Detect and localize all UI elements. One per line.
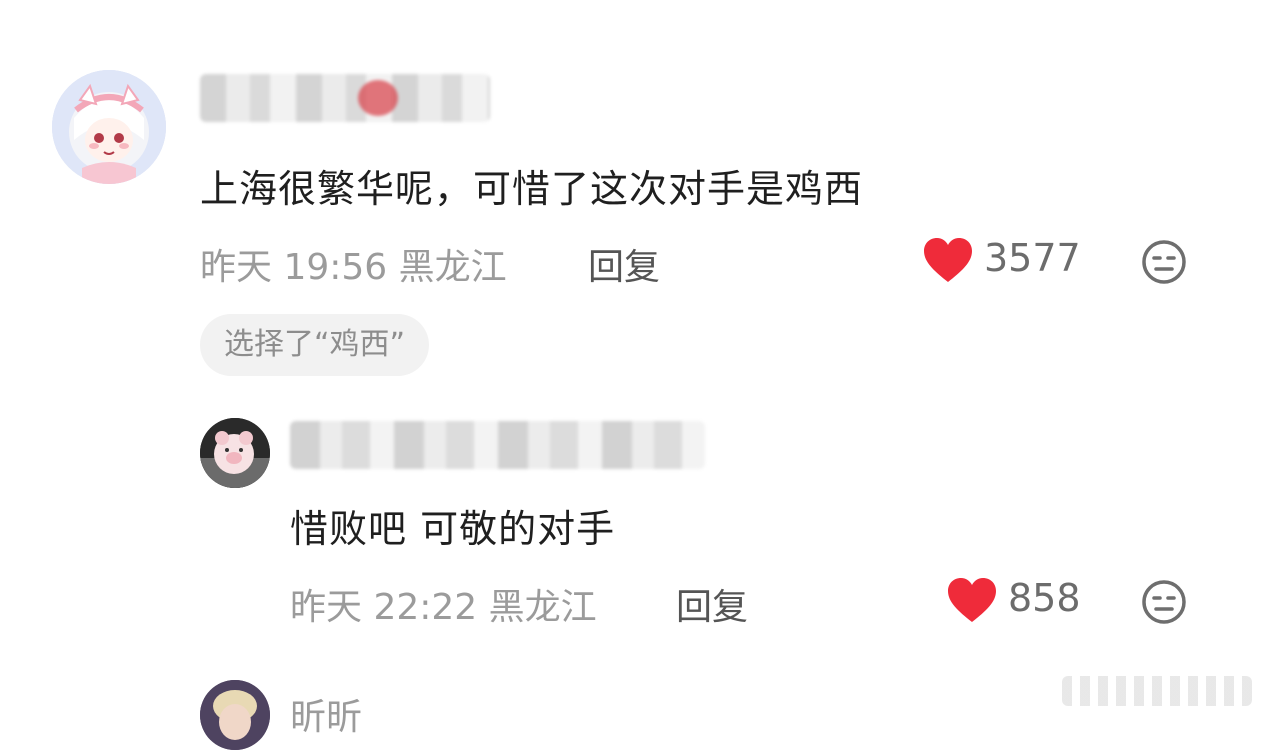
like-count: 3577: [984, 236, 1081, 280]
next-commenter-avatar[interactable]: [200, 680, 270, 750]
like-button[interactable]: [922, 236, 974, 288]
reply-to-reply-button[interactable]: 回复: [676, 578, 748, 630]
commenter-avatar[interactable]: [52, 70, 166, 184]
reaction-button[interactable]: [1141, 239, 1187, 289]
heart-icon: [924, 238, 972, 282]
anime-avatar-illustration: [52, 70, 166, 184]
reply-meta: 昨天 22:22 黑龙江: [290, 578, 597, 630]
reply-button[interactable]: 回复: [588, 238, 660, 290]
choice-tag: 选择了“鸡西”: [200, 314, 430, 376]
reply-location: 黑龙江: [488, 587, 597, 628]
replier-username-blurred[interactable]: [290, 421, 705, 469]
commenter-username-blurred[interactable]: [200, 74, 490, 122]
heart-icon: [948, 578, 996, 622]
comment-text: 上海很繁华呢，可惜了这次对手是鸡西: [200, 167, 864, 211]
person-avatar-photo: [200, 680, 270, 750]
neutral-face-icon: [1142, 240, 1186, 284]
comment-location: 黑龙江: [398, 247, 507, 288]
replier-avatar[interactable]: [200, 418, 270, 488]
reply-text: 惜败吧 可敬的对手: [290, 507, 616, 551]
plush-toy-avatar-photo: [200, 418, 270, 488]
reply-like-count: 858: [1008, 576, 1081, 620]
comment-time: 昨天 19:56: [200, 247, 388, 288]
reply-like-button[interactable]: [946, 576, 998, 628]
reply-reaction-button[interactable]: [1141, 579, 1187, 629]
reply-time: 昨天 22:22: [290, 587, 478, 628]
next-commenter-username[interactable]: 昕昕: [290, 688, 362, 740]
comment-meta: 昨天 19:56 黑龙江: [200, 238, 507, 290]
neutral-face-icon: [1142, 580, 1186, 624]
watermark-logo: [1062, 676, 1252, 706]
